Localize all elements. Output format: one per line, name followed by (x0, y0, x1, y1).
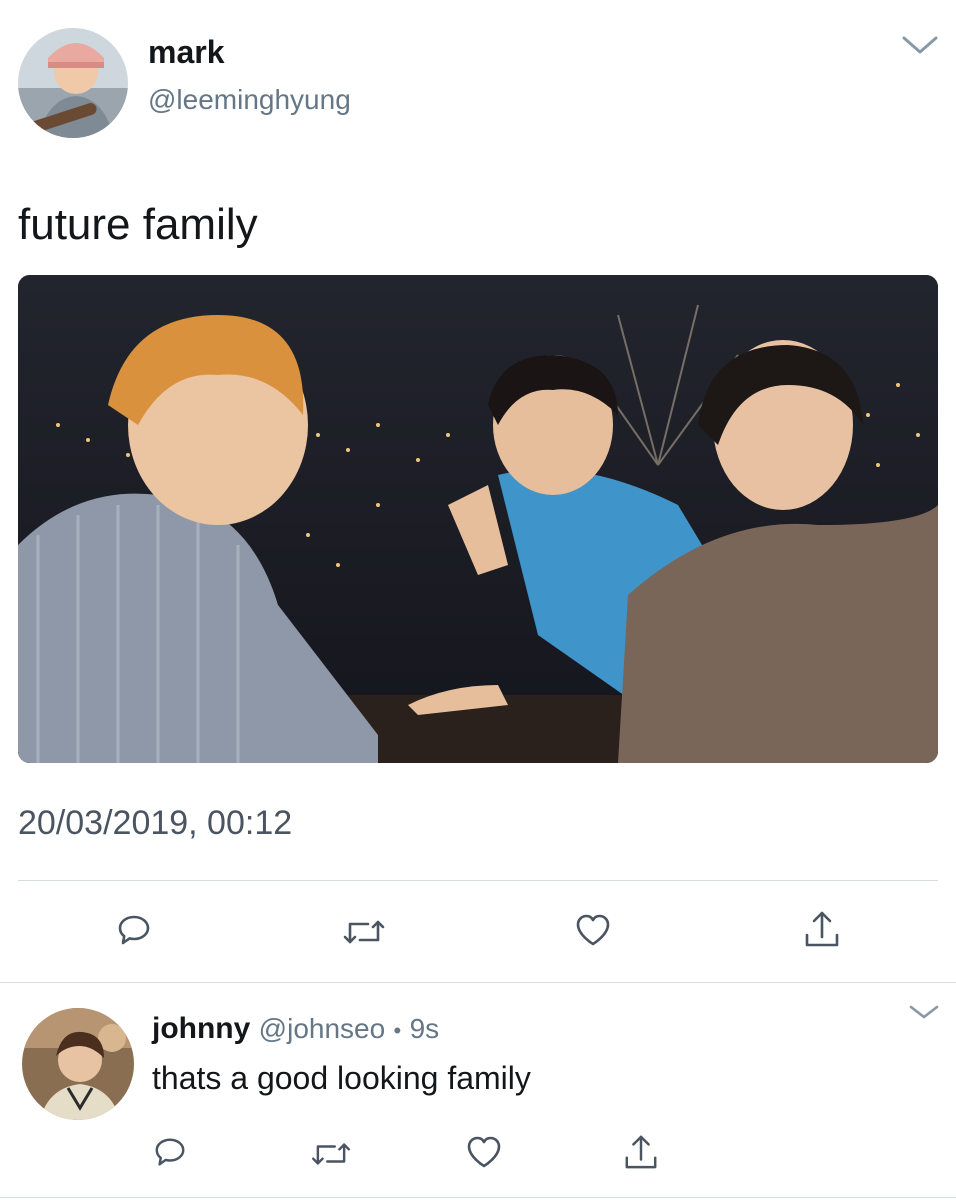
reply-icon[interactable] (150, 1132, 190, 1172)
timestamp-divider (18, 880, 938, 881)
reply-text: thats a good looking family (152, 1060, 531, 1096)
author-avatar[interactable] (18, 28, 128, 138)
share-icon[interactable] (800, 906, 844, 952)
reply-handle[interactable]: @johnseo (259, 1013, 386, 1044)
chevron-down-icon[interactable] (900, 30, 940, 60)
reply-separator: • (393, 1018, 402, 1043)
reply-time-ago[interactable]: 9s (410, 1013, 440, 1044)
retweet-icon[interactable] (308, 1134, 354, 1174)
reply-header: johnny @johnseo • 9s (152, 1012, 439, 1046)
like-icon[interactable] (462, 1132, 506, 1172)
tweet-divider (0, 982, 956, 983)
chevron-down-icon[interactable] (906, 1000, 942, 1024)
tweet-timestamp[interactable]: 20/03/2019, 00:12 (18, 804, 292, 843)
like-icon[interactable] (571, 908, 615, 952)
reply-author-avatar[interactable] (22, 1008, 134, 1120)
author-display-name[interactable]: mark (148, 34, 225, 71)
tweet-text: future family (18, 200, 258, 249)
retweet-icon[interactable] (340, 910, 388, 954)
tweet-photo[interactable] (18, 275, 938, 763)
bottom-divider (0, 1197, 956, 1198)
share-icon[interactable] (620, 1130, 662, 1174)
reply-icon[interactable] (112, 908, 156, 952)
reply-display-name[interactable]: johnny (152, 1012, 250, 1045)
author-handle[interactable]: @leeminghyung (148, 84, 351, 116)
